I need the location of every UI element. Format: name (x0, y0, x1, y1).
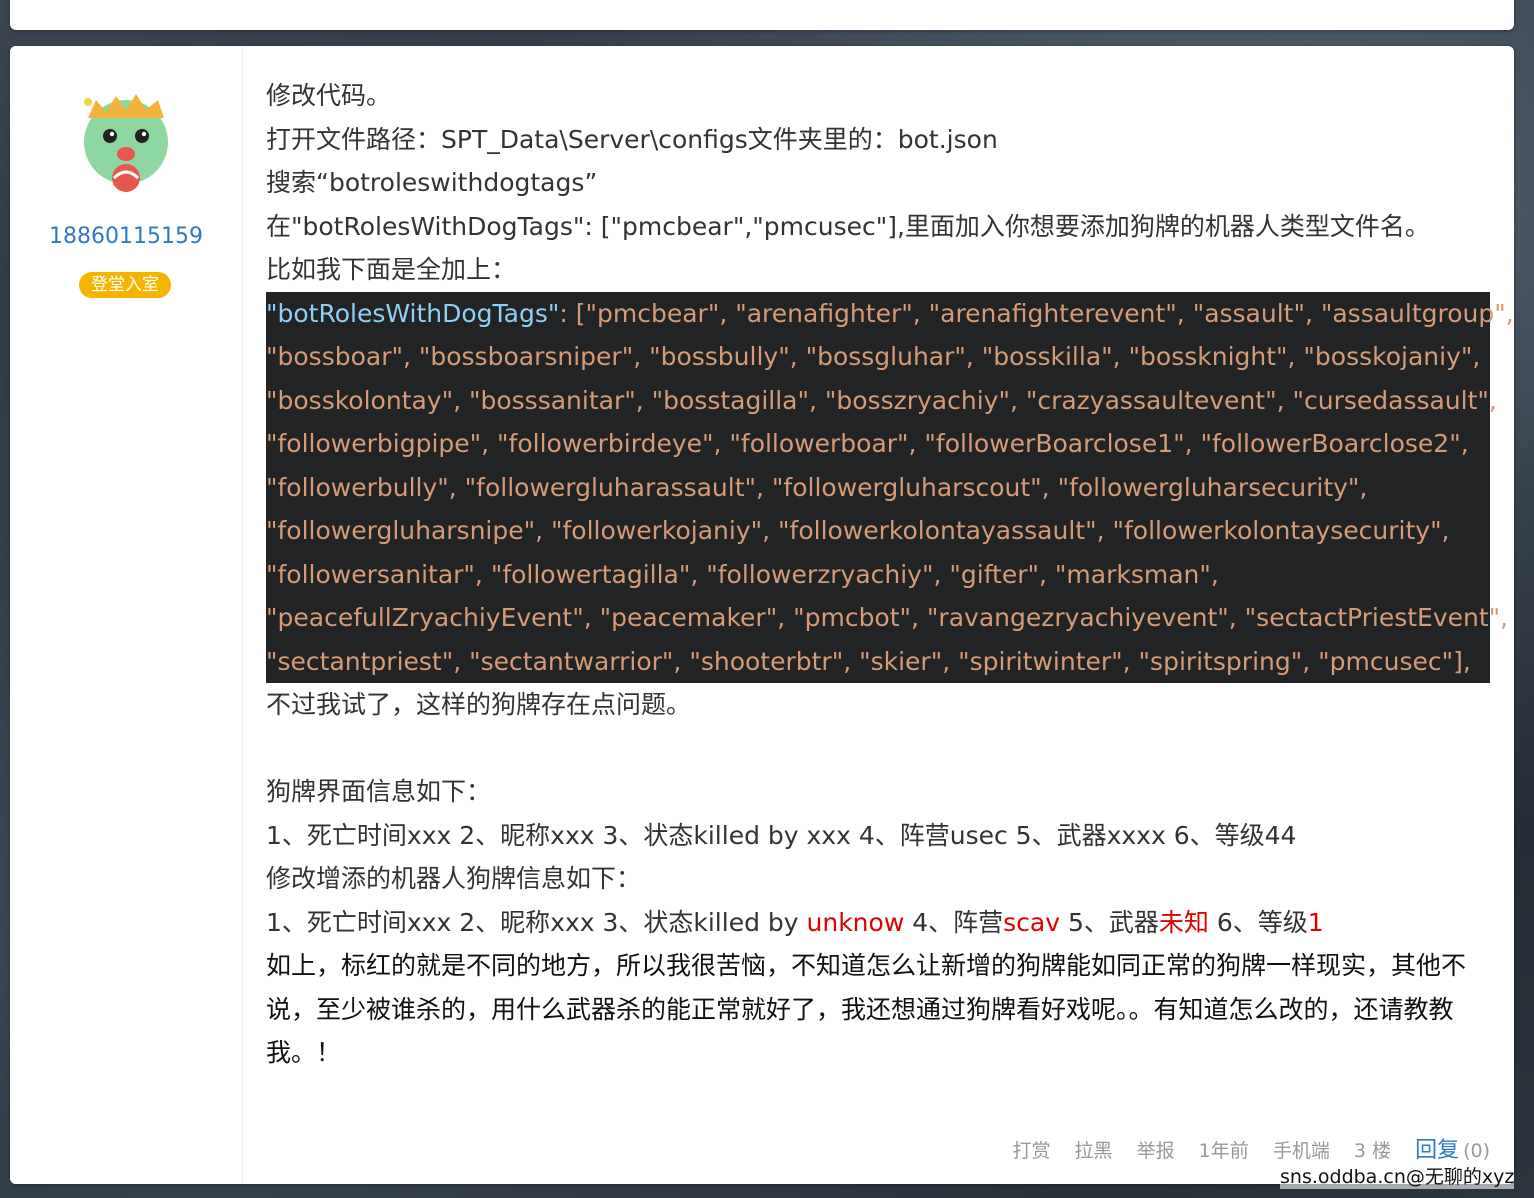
post-text-line: 比如我下面是全加上： (266, 255, 517, 284)
device-label: 手机端 (1272, 1140, 1330, 1162)
post-text-line: 狗牌界面信息如下： (266, 777, 492, 806)
username-link[interactable]: 18860115159 (10, 224, 242, 249)
user-rank-badge: 登堂入室 (79, 272, 171, 298)
text-segment: 1、死亡时间xxx 2、昵称xxx 3、状态killed by (266, 907, 807, 937)
code-line: "followerbully", "followergluharassault"… (266, 472, 1368, 502)
post-text-paragraph: 如上，标红的就是不同的地方，所以我很苦恼，不知道怎么让新增的狗牌能如同正常的狗牌… (266, 951, 1467, 1067)
code-line: "botRolesWithDogTags": ["pmcbear", "aren… (266, 292, 1514, 336)
watermark: sns.oddba.cn@无聊的xyz (1280, 1162, 1515, 1189)
user-panel: 18860115159 登堂入室 (10, 46, 243, 1184)
post-card: 18860115159 登堂入室 修改代码。 打开文件路径：SPT_Data\S… (10, 46, 1514, 1184)
post-text-line: 在"botRolesWithDogTags": ["pmcbear","pmcu… (266, 211, 1430, 241)
post-text-line: 搜索“botroleswithdogtags” (266, 168, 598, 197)
code-line: "sectantpriest", "sectantwarrior", "shoo… (266, 646, 1471, 676)
code-key: "botRolesWithDogTags" (266, 298, 560, 328)
highlight-text: 未知 (1158, 907, 1209, 937)
post-text-line: 1、死亡时间xxx 2、昵称xxx 3、状态killed by xxx 4、阵营… (266, 820, 1297, 850)
highlight-text: unknow (806, 907, 905, 937)
code-line: "bossboar", "bossboarsniper", "bossbully… (266, 342, 1481, 371)
post-text-line: 修改代码。 (266, 81, 392, 110)
post-time: 1年前 (1198, 1140, 1249, 1162)
code-line: "followergluharsnipe", "followerkojaniy"… (266, 516, 1450, 545)
code-block: "botRolesWithDogTags": ["pmcbear", "aren… (266, 291, 1514, 683)
code-text: : ["pmcbear", "arenafighter", "arenafigh… (559, 298, 1514, 328)
reply-count: (0) (1463, 1140, 1490, 1162)
highlight-text: 1 (1307, 907, 1324, 937)
code-line: "peacefullZryachiyEvent", "peacemaker", … (266, 603, 1509, 632)
post-content: 修改代码。 打开文件路径：SPT_Data\Server\configs文件夹里… (266, 74, 1514, 1075)
code-line: "followersanitar", "followertagilla", "f… (266, 559, 1219, 589)
floor-number: 3 楼 (1353, 1140, 1392, 1162)
code-line: "followerbigpipe", "followerbirdeye", "f… (266, 429, 1469, 458)
reply-button[interactable]: 回复 (1415, 1138, 1459, 1163)
post-text-line-highlighted: 1、死亡时间xxx 2、昵称xxx 3、状态killed by unknow 4… (266, 901, 1492, 945)
previous-post-card (10, 0, 1514, 30)
text-segment: 5、武器 (1060, 907, 1159, 937)
post-text-line: 打开文件路径：SPT_Data\Server\configs文件夹里的：bot.… (266, 124, 998, 154)
post-footer: 打赏 拉黑 举报 1年前 手机端 3 楼 回复 (0) (994, 1132, 1490, 1164)
post-text-line: 修改增添的机器人狗牌信息如下： (266, 864, 642, 893)
code-line: "bosskolontay", "bosssanitar", "bosstagi… (266, 385, 1497, 415)
user-avatar[interactable] (66, 78, 186, 198)
report-link[interactable]: 举报 (1137, 1140, 1175, 1162)
post-text-line: 不过我试了，这样的狗牌存在点问题。 (266, 690, 692, 719)
block-link[interactable]: 拉黑 (1075, 1140, 1113, 1162)
reward-link[interactable]: 打赏 (1012, 1140, 1050, 1162)
highlight-text: scav (1003, 907, 1061, 937)
text-segment: 4、阵营 (904, 907, 1004, 937)
text-segment: 6、等级 (1208, 907, 1308, 937)
